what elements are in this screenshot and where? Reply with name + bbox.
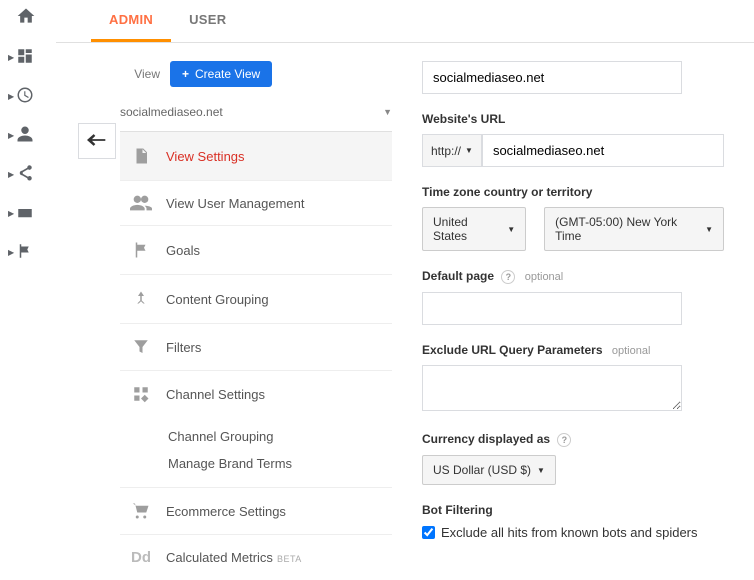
view-column: View + Create View socialmediaseo.net ▼ …: [120, 43, 392, 580]
plus-icon: +: [182, 67, 189, 81]
nav-filters[interactable]: Filters: [120, 324, 392, 371]
rail-realtime[interactable]: ▶: [0, 86, 56, 107]
tz-country-value: United States: [433, 215, 501, 243]
nav-label: Channel Settings: [166, 387, 265, 402]
nav-view-settings[interactable]: View Settings: [120, 132, 392, 181]
funnel-icon: [130, 338, 152, 356]
view-selector-label: socialmediaseo.net: [120, 105, 223, 119]
caret-down-icon: ▼: [383, 107, 392, 117]
nav-user-management[interactable]: View User Management: [120, 181, 392, 226]
timezone-label: Time zone country or territory: [422, 185, 724, 199]
create-view-label: Create View: [195, 67, 260, 81]
caret-down-icon: ▼: [705, 225, 713, 234]
rail-acquisition[interactable]: ▶: [0, 164, 56, 185]
flag-icon: [130, 240, 152, 260]
caret-down-icon: ▼: [507, 225, 515, 234]
nav-manage-brand-terms[interactable]: Manage Brand Terms: [168, 450, 392, 477]
file-icon: [130, 146, 152, 166]
caret-down-icon: ▼: [537, 466, 545, 475]
protocol-value: http://: [431, 144, 461, 158]
tz-country-dropdown[interactable]: United States ▼: [422, 207, 526, 251]
url-input[interactable]: [482, 134, 724, 167]
arrow-back-icon: [87, 133, 107, 150]
page-icon: [16, 203, 34, 224]
help-icon[interactable]: ?: [501, 270, 515, 284]
rail-audience[interactable]: ▶: [0, 125, 56, 146]
icon-rail: ▶ ▶ ▶ ▶ ▶ ▶ ▶: [0, 0, 56, 542]
create-view-button[interactable]: + Create View: [170, 61, 272, 87]
tz-value-dropdown[interactable]: (GMT-05:00) New York Time ▼: [544, 207, 724, 251]
view-label: View: [120, 67, 160, 81]
view-name-input[interactable]: [422, 61, 682, 94]
settings-form: Website's URL http:// ▼ Time zone countr…: [392, 43, 754, 580]
default-page-label: Default page ? optional: [422, 269, 724, 284]
tabs: ADMIN USER: [56, 0, 754, 43]
exclude-label: Exclude URL Query Parameters optional: [422, 343, 724, 357]
currency-dropdown[interactable]: US Dollar (USD $) ▼: [422, 455, 556, 485]
flag-icon: [16, 242, 34, 263]
tz-value: (GMT-05:00) New York Time: [555, 215, 699, 243]
bot-filter-label: Bot Filtering: [422, 503, 724, 517]
nav-content-grouping[interactable]: Content Grouping: [120, 275, 392, 324]
rail-home[interactable]: ▶: [0, 6, 56, 29]
dashboard-icon: [16, 47, 34, 68]
tab-user[interactable]: USER: [171, 0, 244, 42]
optional-label: optional: [612, 345, 651, 357]
nav-goals[interactable]: Goals: [120, 226, 392, 275]
nav-label: View Settings: [166, 149, 245, 164]
help-icon[interactable]: ?: [557, 433, 571, 447]
protocol-dropdown[interactable]: http:// ▼: [422, 134, 482, 167]
bot-filter-text: Exclude all hits from known bots and spi…: [441, 525, 698, 540]
optional-label: optional: [525, 271, 564, 283]
default-page-input[interactable]: [422, 292, 682, 325]
content-icon: [130, 289, 152, 309]
people-icon: [130, 195, 152, 211]
person-icon: [16, 125, 34, 146]
nav-label: Content Grouping: [166, 292, 269, 307]
nav-channel-settings[interactable]: Channel Settings: [120, 371, 392, 417]
caret-down-icon: ▼: [465, 146, 473, 155]
view-selector[interactable]: socialmediaseo.net ▼: [120, 97, 392, 132]
bot-filter-checkbox[interactable]: [422, 526, 435, 539]
nav-label: Calculated MetricsBETA: [166, 550, 302, 565]
share-icon: [16, 164, 34, 185]
nav-channel-grouping[interactable]: Channel Grouping: [168, 423, 392, 450]
rail-dashboards[interactable]: ▶: [0, 47, 56, 68]
currency-label: Currency displayed as ?: [422, 432, 724, 447]
nav-ecommerce[interactable]: Ecommerce Settings: [120, 488, 392, 535]
nav-label: View User Management: [166, 196, 305, 211]
rail-behavior[interactable]: ▶: [0, 203, 56, 224]
back-button[interactable]: [78, 123, 116, 159]
nav-label: Ecommerce Settings: [166, 504, 286, 519]
dd-icon: Dd: [130, 549, 152, 566]
nav-label: Filters: [166, 340, 201, 355]
channel-icon: [130, 385, 152, 403]
currency-value: US Dollar (USD $): [433, 463, 531, 477]
clock-icon: [16, 86, 34, 107]
url-label: Website's URL: [422, 112, 724, 126]
home-icon: [16, 6, 36, 29]
tab-admin[interactable]: ADMIN: [91, 0, 171, 42]
exclude-query-input[interactable]: [422, 365, 682, 411]
cart-icon: [130, 502, 152, 520]
nav-label: Goals: [166, 243, 200, 258]
rail-conversions[interactable]: ▶: [0, 242, 56, 263]
